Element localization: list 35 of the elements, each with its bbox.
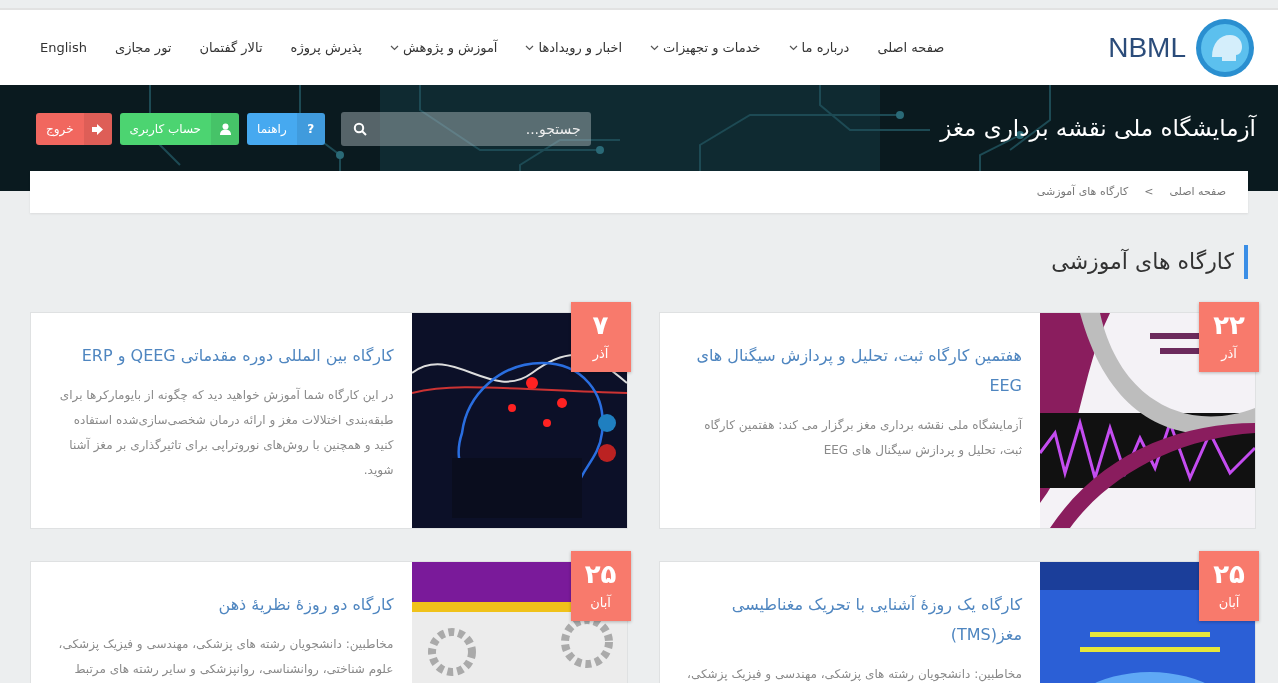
- workshop-title[interactable]: هفتمین کارگاه ثبت، تحلیل و پردازش سیگنال های EEG: [679, 341, 1022, 401]
- logo-icon: [1194, 16, 1256, 79]
- section-title: کارگاه های آموزشی: [1051, 245, 1248, 279]
- nav-link[interactable]: تالار گفتمان: [199, 37, 263, 58]
- date-month: آذر: [1219, 344, 1239, 364]
- date-day: ۷: [570, 310, 631, 341]
- search-icon: [352, 122, 367, 136]
- workshop-title[interactable]: کارگاه بین المللی دوره مقدماتی QEEG و ERP: [51, 341, 394, 371]
- nav-link[interactable]: صفحه اصلی: [877, 37, 945, 58]
- logo-text: NBML: [1108, 30, 1186, 65]
- nav-link[interactable]: اخبار و رویدادها: [525, 37, 623, 58]
- workshop-summary: آزمایشگاه ملی نقشه برداری مغز برگزار می کند: هفتمین کارگاه ثبت، تحلیل و پردازش سیگنال های EEG: [703, 416, 1022, 460]
- nav-link[interactable]: پذیرش پروژه: [290, 37, 362, 58]
- workshop-title[interactable]: کارگاه دو روزهٔ نظریهٔ ذهن: [51, 590, 394, 620]
- nav-link[interactable]: تور مجازی: [114, 37, 172, 58]
- date-day: ۲۵: [1199, 559, 1259, 590]
- workshop-title[interactable]: کارگاه یک روزهٔ آشنایی با تحریک مغناطیسی مغز(TMS): [679, 590, 1022, 650]
- date-day: ۲۲: [1199, 310, 1259, 341]
- breadcrumb-current: کارگاه های آموزشی: [1036, 183, 1129, 200]
- user-icon: [219, 123, 231, 135]
- workshop-summary: مخاطبین: دانشجویان رشته های پزشکی، مهندسی و فیزیک پزشکی، علوم شناختی، روانشناسی، روانپزشکی و سایر رشته های مرتبط: [57, 636, 394, 679]
- sign-out-icon: [91, 123, 104, 135]
- breadcrumb-link[interactable]: صفحه اصلی: [1169, 183, 1226, 201]
- date-month: آذر: [591, 344, 610, 364]
- workshop-summary: مخاطبین: دانشجویان رشته های پزشکی، مهندسی و فیزیک پزشکی،: [686, 666, 1022, 683]
- nav-link[interactable]: آموزش و پژوهش: [390, 37, 498, 58]
- nav-link[interactable]: درباره ما: [788, 37, 850, 58]
- nav-link[interactable]: خدمات و تجهیزات: [650, 37, 761, 58]
- workshop-summary: در این کارگاه شما آموزش خواهید دید که چگونه از بایومارکرها برای طبقه‌بندی اختلالات مغز و ارائه درمان شخصی‌سازی‌شده استفاده کنید و همچنین با روش‌های نوروتراپی برای تاثیرگذاری بر مغز آشنا شوید.: [58, 386, 394, 479]
- nav-link[interactable]: English: [40, 37, 87, 58]
- breadcrumb-separator: >: [1144, 183, 1154, 200]
- site-title: آزمایشگاه ملی نقشه برداری مغز: [940, 115, 1256, 143]
- date-month: آبان: [1217, 593, 1241, 613]
- date-month: آبان: [589, 593, 613, 613]
- date-day: ۲۵: [570, 559, 631, 590]
